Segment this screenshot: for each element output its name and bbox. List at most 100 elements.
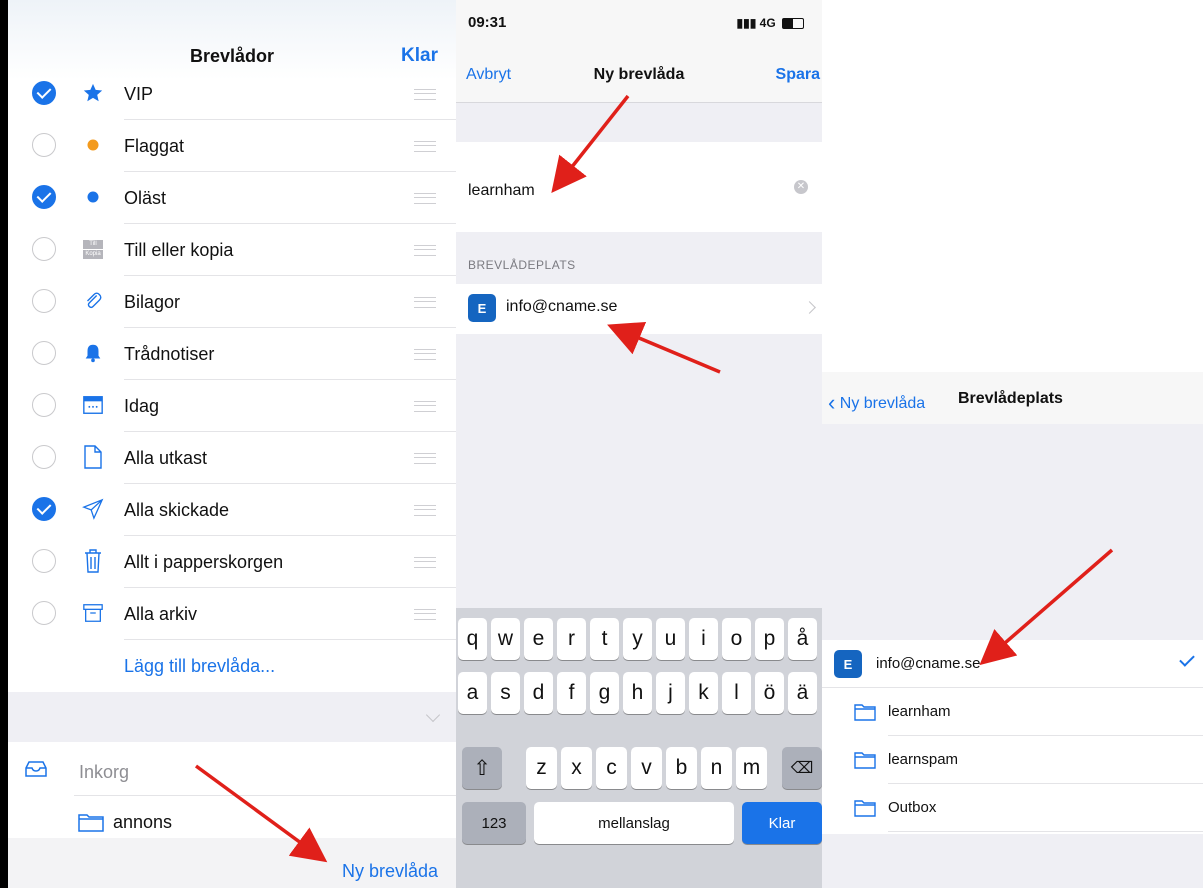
folder-label: Outbox: [888, 799, 937, 816]
select-checkbox[interactable]: [32, 393, 56, 417]
reorder-handle-icon[interactable]: [414, 349, 436, 360]
page-title: Brevlådeplats: [958, 390, 1063, 407]
mailbox-label: Allt i papperskorgen: [124, 552, 284, 572]
mailbox-row[interactable]: VIP: [8, 68, 456, 120]
key[interactable]: z: [526, 747, 557, 789]
cancel-button[interactable]: Avbryt: [466, 66, 511, 84]
select-checkbox[interactable]: [32, 445, 56, 469]
reorder-handle-icon[interactable]: [414, 505, 436, 516]
key[interactable]: d: [524, 672, 553, 714]
select-checkbox[interactable]: [32, 133, 56, 157]
key[interactable]: s: [491, 672, 520, 714]
select-checkbox[interactable]: [32, 549, 56, 573]
key[interactable]: a: [458, 672, 487, 714]
key[interactable]: j: [656, 672, 685, 714]
mailbox-row[interactable]: Allt i papperskorgen: [8, 536, 456, 588]
signal-bars-icon: ▮▮▮: [736, 16, 757, 30]
mailbox-name-input[interactable]: learnham: [468, 182, 535, 200]
key[interactable]: w: [491, 618, 520, 660]
mailbox-row[interactable]: Bilagor: [8, 276, 456, 328]
inbox-label: Inkorg: [79, 762, 130, 782]
done-button[interactable]: Klar: [401, 45, 438, 67]
empty-area: [822, 424, 1203, 640]
key[interactable]: y: [623, 618, 652, 660]
reorder-handle-icon[interactable]: [414, 453, 436, 464]
page-title: Brevlådor: [189, 46, 275, 66]
key[interactable]: b: [666, 747, 697, 789]
numbers-key[interactable]: 123: [462, 802, 526, 844]
key[interactable]: n: [701, 747, 732, 789]
reorder-handle-icon[interactable]: [414, 297, 436, 308]
key[interactable]: x: [561, 747, 592, 789]
reorder-handle-icon[interactable]: [414, 401, 436, 412]
space-key[interactable]: mellanslag: [534, 802, 734, 844]
mailbox-label: Trådnotiser: [124, 344, 215, 364]
mailbox-row[interactable]: Flaggat: [8, 120, 456, 172]
key[interactable]: u: [656, 618, 685, 660]
clear-text-icon[interactable]: ✕: [794, 180, 808, 194]
reorder-handle-icon[interactable]: [414, 193, 436, 204]
key[interactable]: r: [557, 618, 586, 660]
mailboxes-panel: Brevlådor Klar VIP Flaggat Oläst Till Kopia T…: [0, 0, 456, 888]
mailbox-row[interactable]: Alla arkiv: [8, 588, 456, 640]
key[interactable]: c: [596, 747, 627, 789]
mailbox-row[interactable]: Trådnotiser: [8, 328, 456, 380]
select-checkbox[interactable]: [32, 341, 56, 365]
reorder-handle-icon[interactable]: [414, 141, 436, 152]
mailbox-label: Oläst: [124, 188, 167, 208]
paper-plane-icon: [80, 496, 106, 522]
divider: [74, 795, 456, 796]
key[interactable]: f: [557, 672, 586, 714]
bell-icon: [80, 340, 106, 366]
inbox-row[interactable]: [8, 742, 456, 796]
select-checkbox[interactable]: [32, 237, 56, 261]
folder-row[interactable]: learnspam: [822, 736, 1203, 784]
mailbox-row[interactable]: Alla utkast: [8, 432, 456, 484]
select-checkbox[interactable]: [32, 185, 56, 209]
back-button[interactable]: ‹ Ny brevlåda: [828, 390, 925, 416]
key[interactable]: k: [689, 672, 718, 714]
key[interactable]: å: [788, 618, 817, 660]
account-row[interactable]: E info@cname.se: [822, 640, 1203, 688]
backspace-key[interactable]: ⌫: [782, 747, 822, 789]
select-checkbox[interactable]: [32, 497, 56, 521]
account-label: info@cname.se: [876, 655, 981, 672]
save-button[interactable]: Spara: [776, 66, 820, 84]
mailbox-label: Flaggat: [124, 136, 185, 156]
reorder-handle-icon[interactable]: [414, 245, 436, 256]
key[interactable]: q: [458, 618, 487, 660]
add-mailbox-link[interactable]: Lägg till brevlåda...: [124, 656, 275, 677]
reorder-handle-icon[interactable]: [414, 89, 436, 100]
key[interactable]: e: [524, 618, 553, 660]
keyboard-done-key[interactable]: Klar: [742, 802, 822, 844]
reorder-handle-icon[interactable]: [414, 609, 436, 620]
key[interactable]: p: [755, 618, 784, 660]
folder-annons[interactable]: annons: [113, 812, 172, 833]
key[interactable]: l: [722, 672, 751, 714]
key[interactable]: i: [689, 618, 718, 660]
folder-row[interactable]: learnham: [822, 688, 1203, 736]
mailbox-label: Till eller kopia: [124, 240, 234, 260]
mailbox-row[interactable]: Till Kopia Till eller kopia: [8, 224, 456, 276]
select-checkbox[interactable]: [32, 81, 56, 105]
mailbox-row[interactable]: Alla skickade: [8, 484, 456, 536]
key[interactable]: ä: [788, 672, 817, 714]
key[interactable]: g: [590, 672, 619, 714]
select-checkbox[interactable]: [32, 289, 56, 313]
select-checkbox[interactable]: [32, 601, 56, 625]
paperclip-icon: [80, 288, 106, 314]
status-time: 09:31: [468, 14, 507, 31]
key[interactable]: ö: [755, 672, 784, 714]
folder-row[interactable]: Outbox: [822, 784, 1203, 832]
key[interactable]: o: [722, 618, 751, 660]
key[interactable]: t: [590, 618, 619, 660]
key[interactable]: v: [631, 747, 662, 789]
key[interactable]: m: [736, 747, 767, 789]
folder-icon: [854, 800, 876, 817]
mailbox-row[interactable]: Oläst: [8, 172, 456, 224]
shift-key[interactable]: ⇧: [462, 747, 502, 789]
new-mailbox-button[interactable]: Ny brevlåda: [342, 861, 438, 882]
reorder-handle-icon[interactable]: [414, 557, 436, 568]
key[interactable]: h: [623, 672, 652, 714]
mailbox-row[interactable]: Idag: [8, 380, 456, 432]
